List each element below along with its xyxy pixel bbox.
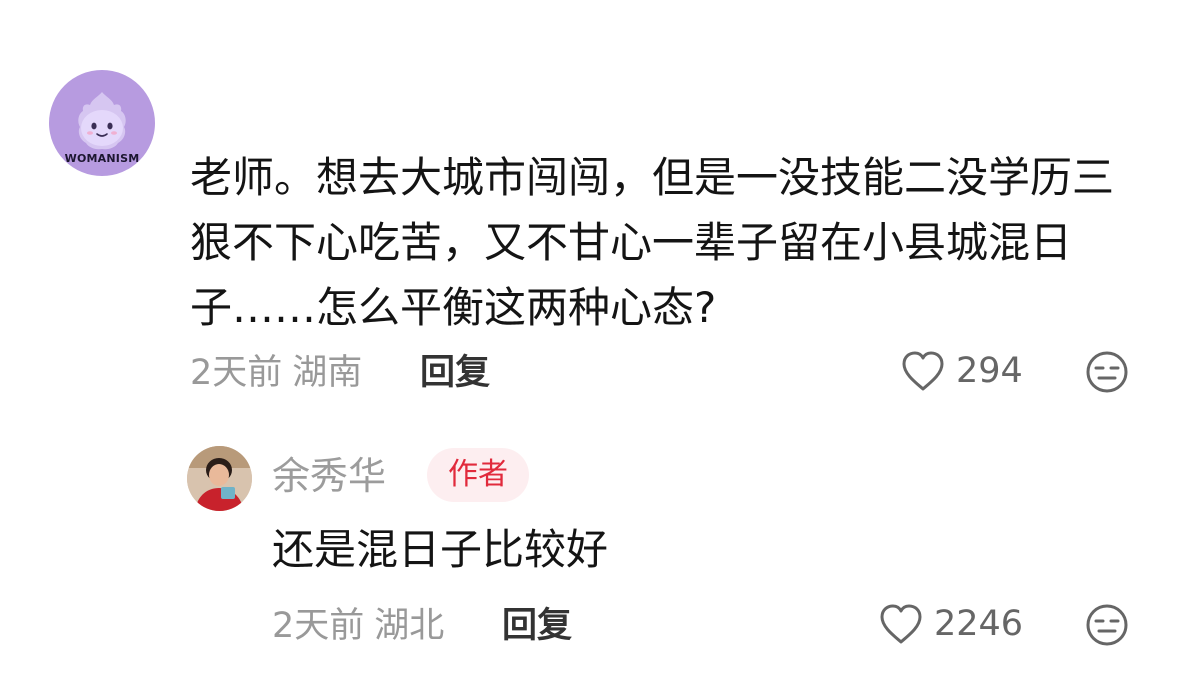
reply-location: 湖北 [374, 606, 445, 646]
comment-meta: 2天前 湖南 [190, 353, 362, 393]
comment-time: 2天前 [190, 353, 283, 393]
heart-outline-icon [902, 351, 944, 391]
neutral-face-icon [1086, 351, 1128, 393]
reply-dislike-button[interactable] [1084, 602, 1130, 648]
author-photo-icon [187, 446, 252, 511]
avatar-brand-text: WOMANISM [64, 152, 140, 165]
reply-time: 2天前 [272, 606, 365, 646]
neutral-face-icon [1086, 604, 1128, 646]
comment-reply-button[interactable]: 回复 [420, 353, 490, 393]
author-badge: 作者 [427, 448, 529, 502]
comment-location: 湖南 [292, 353, 363, 393]
comment-like-count: 294 [956, 351, 1023, 391]
comment-like-button[interactable]: 294 [900, 349, 1023, 393]
author-username[interactable]: 余秀华 [272, 454, 386, 498]
comment-body: 老师。想去大城市闯闯，但是一没技能二没学历三狠不下心吃苦，又不甘心一辈子留在小县… [190, 153, 1115, 332]
author-avatar[interactable] [187, 446, 252, 511]
comment-dislike-button[interactable] [1084, 349, 1130, 395]
reply-like-button[interactable]: 2246 [878, 602, 1023, 646]
reply-body: 还是混日子比较好 [272, 525, 609, 574]
reply-like-count: 2246 [934, 604, 1024, 644]
reply-meta: 2天前 湖北 [272, 606, 444, 646]
commenter-avatar[interactable]: WOMANISM [49, 70, 155, 176]
reply-reply-button[interactable]: 回复 [502, 606, 572, 646]
heart-outline-icon [880, 604, 922, 644]
